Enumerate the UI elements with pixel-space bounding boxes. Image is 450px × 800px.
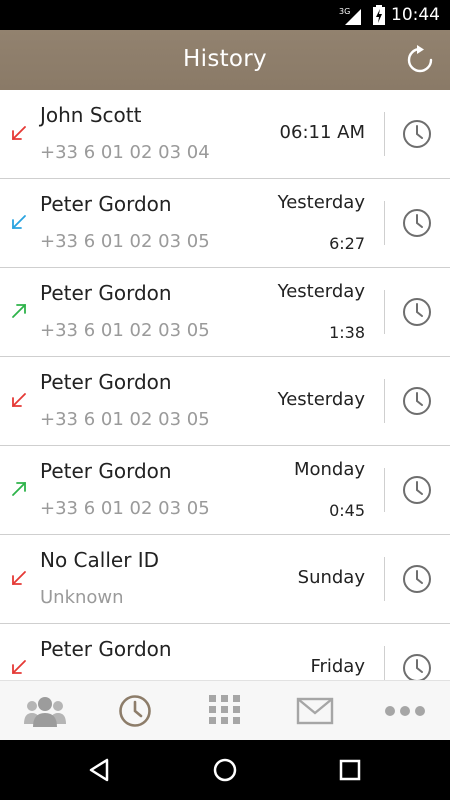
missed-call-arrow-icon [12, 126, 26, 140]
caller-number: +33 6 01 02 03 05 [40, 231, 210, 252]
outgoing-call-arrow-icon [12, 304, 26, 318]
tab-history[interactable] [90, 681, 180, 741]
call-duration: 1:38 [329, 323, 365, 342]
caller-name: Peter Gordon [40, 370, 172, 394]
call-row[interactable]: No Caller ID Unknown Sunday [0, 535, 450, 624]
call-details-clock-icon[interactable] [401, 385, 433, 417]
call-row[interactable]: Peter Gordon Friday [0, 624, 450, 680]
caller-name: Peter Gordon [40, 192, 172, 216]
call-details-clock-icon[interactable] [401, 563, 433, 595]
contacts-icon [24, 697, 66, 727]
more-icon [385, 706, 425, 716]
history-icon [119, 695, 151, 727]
caller-name: Peter Gordon [40, 637, 172, 661]
network-type-label: 3G [339, 7, 350, 16]
call-history-list[interactable]: John Scott +33 6 01 02 03 04 06:11 AM Peter… [0, 90, 450, 680]
row-divider [384, 646, 385, 680]
battery-icon [373, 5, 385, 25]
bottom-tab-bar [0, 680, 450, 740]
caller-number: +33 6 01 02 03 04 [40, 142, 210, 163]
caller-name: Peter Gordon [40, 459, 172, 483]
outgoing-call-arrow-icon [12, 482, 26, 496]
call-time: Yesterday [277, 192, 365, 213]
tab-dialpad[interactable] [180, 681, 270, 741]
call-row[interactable]: Peter Gordon +33 6 01 02 03 05 Yesterday 1:… [0, 268, 450, 357]
dialpad-icon [209, 695, 240, 724]
caller-number: +33 6 01 02 03 05 [40, 320, 210, 341]
page-title: History [183, 46, 267, 72]
incoming-call-arrow-icon [12, 215, 26, 229]
row-divider [384, 557, 385, 601]
tab-contacts[interactable] [0, 681, 90, 741]
call-time: Sunday [297, 567, 365, 588]
call-details-clock-icon[interactable] [401, 296, 433, 328]
recents-icon[interactable] [335, 755, 365, 785]
caller-name: No Caller ID [40, 548, 160, 572]
status-clock: 10:44 [391, 5, 440, 25]
tab-messages[interactable] [270, 681, 360, 741]
home-icon[interactable] [210, 755, 240, 785]
row-divider [384, 201, 385, 245]
call-duration: 0:45 [329, 501, 365, 520]
call-row[interactable]: John Scott +33 6 01 02 03 04 06:11 AM [0, 90, 450, 179]
tab-more[interactable] [360, 681, 450, 741]
caller-number: +33 6 01 02 03 05 [40, 409, 210, 430]
call-details-clock-icon[interactable] [401, 652, 433, 680]
call-details-clock-icon[interactable] [401, 207, 433, 239]
caller-name: Peter Gordon [40, 281, 172, 305]
row-divider [384, 112, 385, 156]
app-bar: History [0, 30, 450, 90]
caller-name: John Scott [40, 103, 142, 127]
call-row[interactable]: Peter Gordon +33 6 01 02 03 05 Monday 0:45 [0, 446, 450, 535]
system-nav-bar [0, 740, 450, 800]
signal-icon: 3G [339, 7, 361, 25]
call-time: 06:11 AM [279, 122, 365, 143]
call-row[interactable]: Peter Gordon +33 6 01 02 03 05 Yesterday [0, 357, 450, 446]
messages-icon [296, 697, 334, 725]
back-icon[interactable] [85, 755, 115, 785]
missed-call-arrow-icon [12, 393, 26, 407]
status-bar: 3G 10:44 [0, 0, 450, 30]
row-divider [384, 379, 385, 423]
caller-number: +33 6 01 02 03 05 [40, 498, 210, 519]
call-time: Yesterday [277, 389, 365, 410]
call-duration: 6:27 [329, 234, 365, 253]
missed-call-arrow-icon [12, 660, 26, 674]
call-row[interactable]: Peter Gordon +33 6 01 02 03 05 Yesterday 6:… [0, 179, 450, 268]
caller-number: Unknown [40, 587, 124, 608]
call-time: Yesterday [277, 281, 365, 302]
row-divider [384, 468, 385, 512]
call-time: Friday [310, 656, 365, 677]
call-details-clock-icon[interactable] [401, 474, 433, 506]
missed-call-arrow-icon [12, 571, 26, 585]
row-divider [384, 290, 385, 334]
call-details-clock-icon[interactable] [401, 118, 433, 150]
call-time: Monday [293, 459, 365, 480]
refresh-icon[interactable] [404, 44, 436, 76]
